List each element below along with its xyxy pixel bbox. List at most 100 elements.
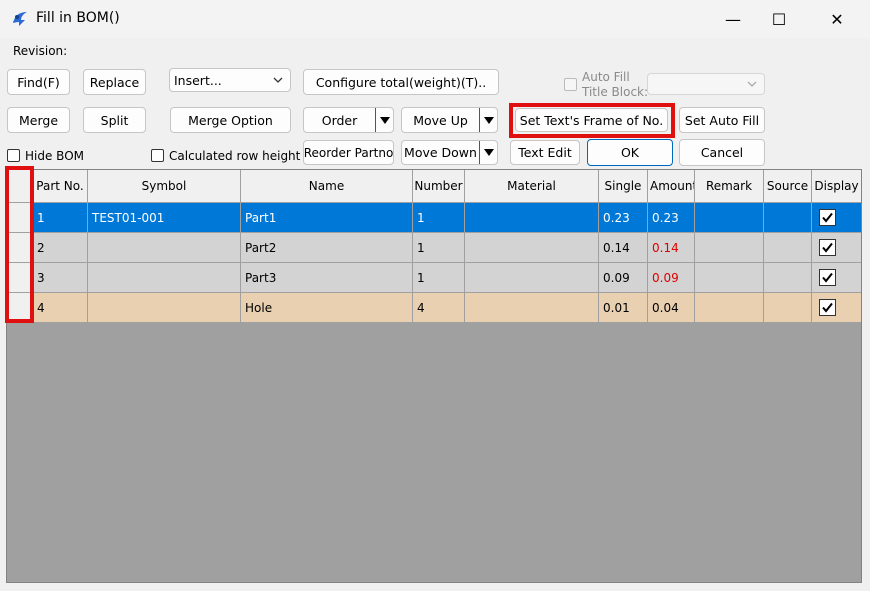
replace-button[interactable]: Replace: [83, 69, 146, 95]
table-cell-source[interactable]: [764, 293, 812, 323]
table-cell-symbol[interactable]: [88, 233, 241, 263]
auto-fill-checkbox[interactable]: [564, 78, 577, 91]
checkmark-icon: [822, 242, 833, 253]
table-cell-name[interactable]: Part2: [241, 233, 413, 263]
table-cell-amount[interactable]: 0.04: [648, 293, 695, 323]
table-cell-number[interactable]: 1: [413, 203, 465, 233]
column-header-symbol[interactable]: Symbol: [88, 170, 241, 203]
display-checkbox-cell[interactable]: [812, 233, 861, 263]
table-cell-single[interactable]: 0.09: [599, 263, 648, 293]
triangle-down-icon[interactable]: [479, 108, 497, 132]
table-cell-symbol[interactable]: [88, 263, 241, 293]
table-cell-remark[interactable]: [695, 263, 764, 293]
minimize-button[interactable]: —: [710, 0, 756, 38]
table-cell-symbol[interactable]: TEST01-001: [88, 203, 241, 233]
set-auto-fill-button[interactable]: Set Auto Fill: [679, 107, 765, 133]
set-text-frame-button[interactable]: Set Text's Frame of No.: [515, 108, 668, 132]
table-cell-symbol[interactable]: [88, 293, 241, 323]
display-checkbox[interactable]: [819, 239, 836, 256]
hide-bom-label: Hide BOM: [25, 149, 84, 163]
triangle-down-icon[interactable]: [375, 108, 393, 132]
column-header-number[interactable]: Number: [413, 170, 465, 203]
table-cell-part-no[interactable]: 4: [33, 293, 88, 323]
calculated-row-height-label: Calculated row height: [169, 149, 301, 163]
revision-label: Revision:: [13, 44, 68, 58]
move-down-split-button[interactable]: Move Down: [401, 140, 498, 165]
table-cell-source[interactable]: [764, 263, 812, 293]
auto-fill-label: Auto Fill: [582, 70, 630, 84]
table-cell-source[interactable]: [764, 233, 812, 263]
configure-total-button[interactable]: Configure total(weight)(T)..: [303, 69, 499, 95]
table-cell-amount[interactable]: 0.14: [648, 233, 695, 263]
title-block-combo[interactable]: [647, 73, 765, 95]
table-cell-amount[interactable]: 0.23: [648, 203, 695, 233]
display-checkbox[interactable]: [819, 209, 836, 226]
table-cell-remark[interactable]: [695, 293, 764, 323]
maximize-button[interactable]: ☐: [756, 0, 802, 38]
hide-bom-checkbox[interactable]: [7, 149, 20, 162]
insert-combo[interactable]: Insert...: [169, 68, 291, 92]
column-header-row-header[interactable]: [7, 170, 33, 203]
table-cell-single[interactable]: 0.14: [599, 233, 648, 263]
text-edit-button[interactable]: Text Edit: [510, 140, 580, 165]
move-up-split-button[interactable]: Move Up: [401, 107, 498, 133]
chevron-down-icon: [273, 77, 283, 83]
column-header-part-no[interactable]: Part No.: [33, 170, 88, 203]
row-header[interactable]: [7, 263, 33, 293]
column-header-material[interactable]: Material: [465, 170, 599, 203]
column-header-source[interactable]: Source: [764, 170, 812, 203]
split-button[interactable]: Split: [83, 107, 146, 133]
window-title: Fill in BOM(): [36, 10, 120, 26]
table-cell-part-no[interactable]: 2: [33, 233, 88, 263]
row-header[interactable]: [7, 293, 33, 323]
calculated-row-height-checkbox[interactable]: [151, 149, 164, 162]
cancel-button[interactable]: Cancel: [679, 139, 765, 166]
order-split-button[interactable]: Order: [303, 107, 394, 133]
table-cell-number[interactable]: 1: [413, 263, 465, 293]
table-cell-amount[interactable]: 0.09: [648, 263, 695, 293]
checkmark-icon: [822, 212, 833, 223]
table-cell-material[interactable]: [465, 233, 599, 263]
merge-button[interactable]: Merge: [7, 107, 70, 133]
column-header-name[interactable]: Name: [241, 170, 413, 203]
move-down-button-label: Move Down: [404, 145, 477, 160]
table-cell-material[interactable]: [465, 203, 599, 233]
table-cell-source[interactable]: [764, 203, 812, 233]
table-cell-remark[interactable]: [695, 203, 764, 233]
display-checkbox-cell[interactable]: [812, 293, 861, 323]
display-checkbox[interactable]: [819, 269, 836, 286]
triangle-down-icon[interactable]: [479, 141, 497, 164]
table-cell-part-no[interactable]: 3: [33, 263, 88, 293]
display-checkbox[interactable]: [819, 299, 836, 316]
order-button-label: Order: [321, 112, 358, 128]
column-header-display[interactable]: Display: [812, 170, 861, 203]
merge-option-button[interactable]: Merge Option: [170, 107, 291, 133]
table-cell-material[interactable]: [465, 293, 599, 323]
table-cell-number[interactable]: 1: [413, 233, 465, 263]
table-cell-part-no[interactable]: 1: [33, 203, 88, 233]
row-header[interactable]: [7, 203, 33, 233]
column-header-remark[interactable]: Remark: [695, 170, 764, 203]
chevron-down-icon: [747, 81, 757, 87]
table-cell-name[interactable]: Hole: [241, 293, 413, 323]
display-checkbox-cell[interactable]: [812, 263, 861, 293]
close-button[interactable]: ✕: [814, 0, 860, 38]
bom-table[interactable]: Part No. Symbol Name Number Material Single Am…: [6, 169, 862, 583]
table-cell-remark[interactable]: [695, 233, 764, 263]
ok-button[interactable]: OK: [587, 139, 673, 166]
table-cell-name[interactable]: Part3: [241, 263, 413, 293]
checkmark-icon: [822, 272, 833, 283]
table-cell-name[interactable]: Part1: [241, 203, 413, 233]
column-header-single[interactable]: Single: [599, 170, 648, 203]
display-checkbox-cell[interactable]: [812, 203, 861, 233]
table-cell-material[interactable]: [465, 263, 599, 293]
reorder-partno-button[interactable]: Reorder Partno: [303, 140, 394, 165]
table-cell-single[interactable]: 0.23: [599, 203, 648, 233]
insert-combo-value: Insert...: [174, 73, 222, 88]
row-header[interactable]: [7, 233, 33, 263]
table-cell-number[interactable]: 4: [413, 293, 465, 323]
checkmark-icon: [822, 302, 833, 313]
table-cell-single[interactable]: 0.01: [599, 293, 648, 323]
column-header-amount[interactable]: Amount: [648, 170, 695, 203]
find-button[interactable]: Find(F): [7, 69, 70, 95]
